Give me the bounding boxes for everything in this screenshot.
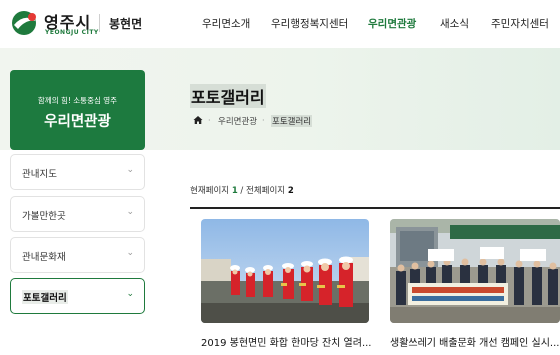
page-info: 현재페이지 1 / 전체페이지 2 (190, 184, 294, 196)
side-menu-label: 가볼만한곳 (22, 211, 66, 222)
home-icon[interactable] (193, 115, 203, 125)
side-menu-label: 포토갤러리 (22, 290, 68, 304)
town-name[interactable]: 봉현면 (109, 15, 142, 32)
gnb-item-tourism[interactable]: 우리면관광 (368, 16, 416, 31)
chevron-down-icon: ⌄ (126, 289, 134, 299)
side-banner: 함께의 힘! 소통중심 영주 우리면관광 (10, 70, 145, 150)
breadcrumb-separator: · (262, 116, 265, 125)
side-menu-label: 관내문화재 (22, 252, 66, 263)
site-header: 영주시 YEONGJU CITY 봉현면 우리면소개 우리행정복지센터 우리면관… (0, 0, 560, 48)
current-page-label: 현재페이지 (190, 186, 230, 196)
side-menu-map[interactable]: 관내지도 ⌄ (10, 154, 145, 190)
logo-subtext: YEONGJU CITY (45, 29, 99, 36)
side-menu-places[interactable]: 가볼만한곳 ⌄ (10, 196, 145, 232)
total-page-label: 전체페이지 (246, 186, 286, 196)
breadcrumb-separator: · (208, 116, 211, 125)
gallery-thumbnail[interactable] (201, 219, 369, 323)
list-top-rule (190, 207, 560, 209)
gnb-item-news[interactable]: 새소식 (440, 16, 469, 31)
chevron-down-icon: ⌄ (126, 165, 134, 175)
gnb-item-intro[interactable]: 우리면소개 (202, 16, 250, 31)
gallery-item-title[interactable]: 2019 봉현면민 화합 한마당 잔치 열려... (201, 334, 371, 349)
side-title: 우리면관광 (44, 114, 111, 130)
chevron-down-icon: ⌄ (126, 207, 134, 217)
total-page-number: 2 (287, 186, 294, 196)
yeongju-logo-icon[interactable] (10, 9, 44, 37)
gnb-item-admin-center[interactable]: 우리행정복지센터 (271, 16, 348, 31)
page-separator: / (237, 186, 247, 196)
campaign-group-photo-icon (390, 219, 560, 323)
side-menu-photo-gallery[interactable]: 포토갤러리 ⌄ (10, 278, 145, 314)
page-title: 포토갤러리 (190, 84, 266, 108)
gnb-item-autonomy[interactable]: 주민자치센터 (491, 16, 549, 31)
gallery-item-title[interactable]: 생활쓰레기 배출문화 개선 캠페인 실시... (390, 334, 559, 349)
gallery-thumbnail[interactable] (390, 219, 560, 323)
side-menu-heritage[interactable]: 관내문화재 ⌄ (10, 237, 145, 273)
chevron-down-icon: ⌄ (126, 248, 134, 258)
side-slogan: 함께의 힘! 소통중심 영주 (37, 96, 118, 105)
breadcrumb-item[interactable]: 우리면관광 (218, 115, 257, 127)
band-performance-photo-icon (201, 219, 369, 323)
logo-divider (99, 14, 100, 32)
breadcrumb-current: 포토갤러리 (271, 115, 313, 127)
side-menu-label: 관내지도 (22, 169, 57, 180)
